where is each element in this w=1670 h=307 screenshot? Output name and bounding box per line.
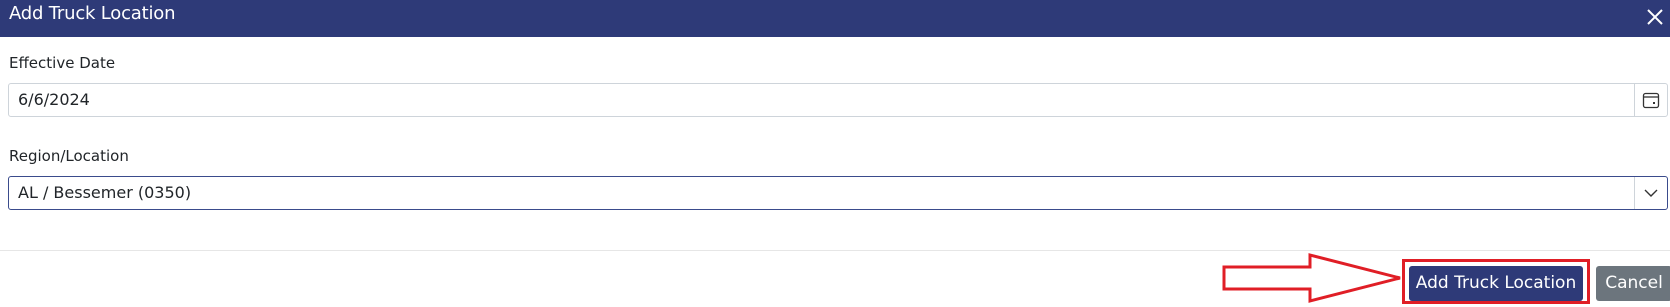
effective-date-field[interactable] bbox=[8, 83, 1668, 117]
region-location-select[interactable]: AL / Bessemer (0350) bbox=[8, 176, 1668, 210]
effective-date-label: Effective Date bbox=[9, 54, 116, 72]
region-location-value: AL / Bessemer (0350) bbox=[18, 183, 192, 202]
dialog-title: Add Truck Location bbox=[9, 3, 176, 24]
calendar-icon bbox=[1642, 92, 1660, 109]
region-location-label: Region/Location bbox=[9, 147, 129, 165]
cancel-button[interactable]: Cancel bbox=[1596, 266, 1670, 301]
effective-date-input[interactable] bbox=[18, 84, 1618, 116]
add-truck-location-button[interactable]: Add Truck Location bbox=[1409, 266, 1583, 301]
footer-divider bbox=[0, 250, 1670, 251]
dialog-header: Add Truck Location bbox=[0, 0, 1670, 37]
close-icon bbox=[1647, 9, 1663, 25]
chevron-down-icon bbox=[1644, 189, 1658, 197]
annotation-arrow-icon bbox=[1222, 253, 1401, 303]
calendar-button[interactable] bbox=[1634, 84, 1667, 116]
add-truck-location-dialog: Add Truck Location Effective Date Region… bbox=[0, 0, 1670, 307]
dropdown-toggle[interactable] bbox=[1634, 177, 1667, 209]
close-button[interactable] bbox=[1644, 6, 1666, 28]
